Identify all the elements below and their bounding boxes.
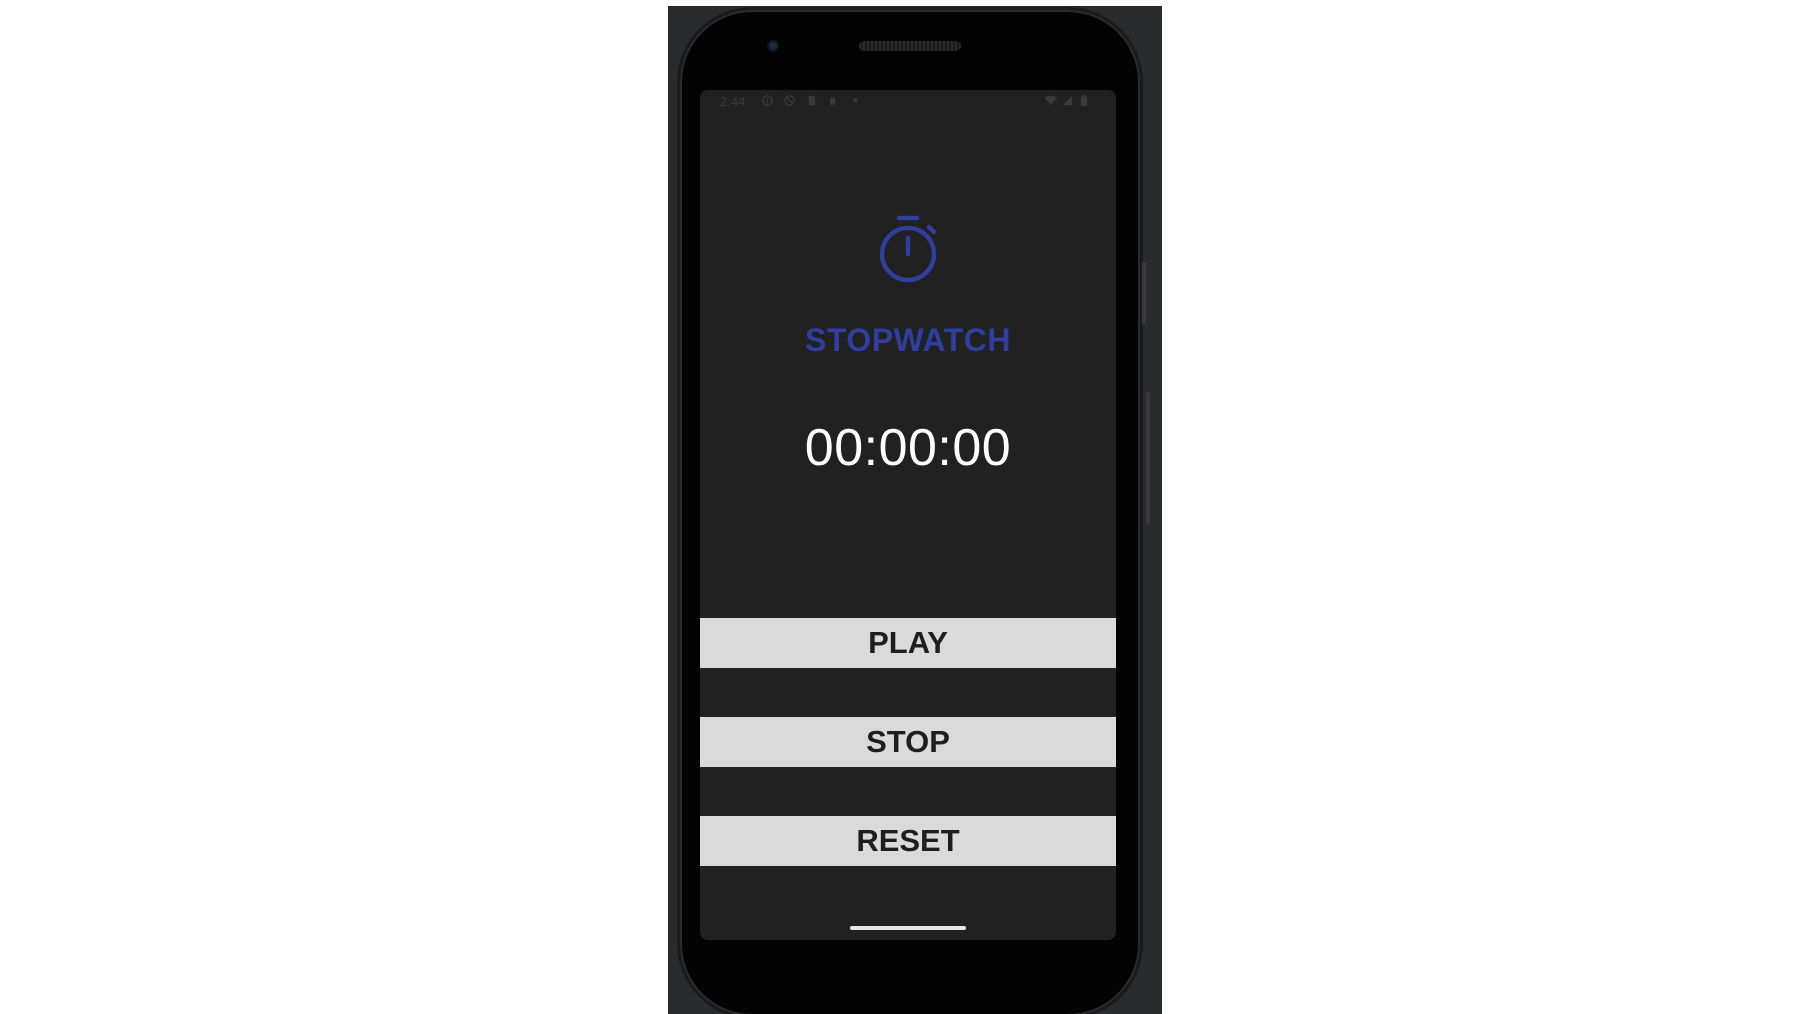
dot-icon xyxy=(853,98,858,103)
app-title: STOPWATCH xyxy=(805,322,1011,358)
play-button[interactable]: PLAY xyxy=(700,618,1116,668)
blocked-icon xyxy=(784,95,795,106)
home-indicator[interactable] xyxy=(850,926,966,930)
emulator-stage: 2:44 STOPWATCH 00:00:00 PLAY STOP RESET xyxy=(0,0,1800,1014)
reset-button[interactable]: RESET xyxy=(700,816,1116,866)
stop-button[interactable]: STOP xyxy=(700,717,1116,767)
hand-icon xyxy=(829,96,836,106)
battery-icon xyxy=(1080,95,1088,106)
status-bar: 2:44 xyxy=(700,90,1116,114)
front-camera xyxy=(767,40,779,52)
wifi-icon xyxy=(1044,95,1058,106)
power-button[interactable] xyxy=(1142,262,1146,324)
sim-card-icon xyxy=(808,95,816,106)
status-time: 2:44 xyxy=(720,94,746,109)
signal-icon xyxy=(1062,95,1073,106)
volume-button[interactable] xyxy=(1146,392,1150,524)
timer-display: 00:00:00 xyxy=(804,419,1012,477)
stopwatch-icon xyxy=(879,215,937,283)
earpiece-speaker xyxy=(859,41,961,51)
info-icon xyxy=(762,95,773,106)
phone-screen: 2:44 STOPWATCH 00:00:00 PLAY STOP RESET xyxy=(700,90,1116,940)
